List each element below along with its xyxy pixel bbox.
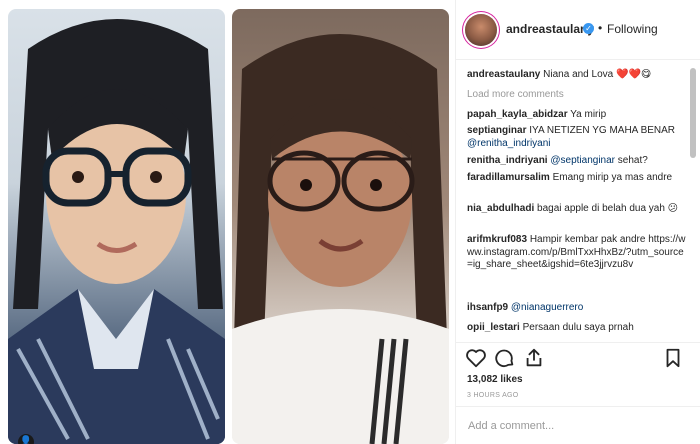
post-media[interactable]: 👤 bbox=[0, 0, 455, 444]
likes-count[interactable]: 13,082 likes bbox=[467, 374, 523, 385]
comment-username[interactable]: ihsanfp9 bbox=[467, 302, 508, 313]
bookmark-icon[interactable] bbox=[662, 347, 684, 369]
caption-text: Niana and Lova ❤️❤️😋 bbox=[543, 69, 652, 80]
comments-scrollbar[interactable] bbox=[690, 68, 696, 158]
comment-item: papah_kayla_abidzar Ya mirip bbox=[467, 109, 687, 122]
heart-icon[interactable] bbox=[465, 347, 487, 369]
photo-left-niana: 👤 bbox=[8, 9, 225, 444]
comments-list[interactable]: andreastaulany Niana and Lova ❤️❤️😋 Load… bbox=[456, 60, 700, 342]
post-actions: 13,082 likes 3 HOURS AGO bbox=[456, 342, 700, 402]
comment-item: nia_abdulhadi bagai apple di belah dua y… bbox=[467, 203, 687, 216]
comment-item: ihsanfp9 @nianaguerrero bbox=[467, 302, 687, 315]
comment-item: arifmkruf083 Hampir kembar pak andre htt… bbox=[467, 234, 687, 272]
separator-dot: • bbox=[598, 21, 603, 35]
comment-mention[interactable]: @nianaguerrero bbox=[511, 302, 583, 313]
photo-left-illustration bbox=[8, 19, 225, 444]
comment-mention[interactable]: @septianginar bbox=[550, 155, 615, 166]
photo-right-lova bbox=[232, 9, 449, 444]
comment-username[interactable]: faradillamursalim bbox=[467, 172, 550, 183]
photo-right-illustration bbox=[232, 34, 449, 444]
comment-item: opii_lestari Persaan dulu saya prnah bbox=[467, 322, 687, 335]
comment-text: bagai apple di belah dua yah 😕 bbox=[537, 203, 679, 214]
caption: andreastaulany Niana and Lova ❤️❤️😋 bbox=[467, 69, 687, 82]
add-comment-input[interactable] bbox=[466, 419, 690, 433]
comment-item: septianginar IYA NETIZEN YG MAHA BENAR @… bbox=[467, 125, 687, 150]
comment-text: Emang mirip ya mas andre bbox=[552, 172, 673, 183]
add-comment-bar bbox=[456, 406, 700, 444]
post-header: andreastaulany ✓ • Following bbox=[456, 0, 700, 60]
header-username[interactable]: andreastaulany bbox=[506, 22, 594, 36]
share-icon[interactable] bbox=[523, 347, 545, 369]
comment-text: IYA NETIZEN YG MAHA BENAR bbox=[529, 125, 676, 136]
post-side-panel: andreastaulany ✓ • Following andreastaul… bbox=[455, 0, 700, 444]
comment-username[interactable]: nia_abdulhadi bbox=[467, 203, 534, 214]
comment-text: sehat? bbox=[617, 155, 648, 166]
comment-username[interactable]: renitha_indriyani bbox=[467, 155, 548, 166]
comment-username[interactable]: papah_kayla_abidzar bbox=[467, 109, 568, 120]
verified-badge-icon: ✓ bbox=[583, 23, 594, 34]
comment-text: Ya mirip bbox=[570, 109, 607, 120]
load-more-comments-link[interactable]: Load more comments bbox=[467, 89, 564, 102]
post-timestamp: 3 HOURS AGO bbox=[467, 392, 519, 399]
following-button[interactable]: Following bbox=[607, 22, 658, 36]
caption-username[interactable]: andreastaulany bbox=[467, 69, 540, 80]
comment-username[interactable]: opii_lestari bbox=[467, 322, 520, 333]
comment-mention[interactable]: @renitha_indriyani bbox=[467, 138, 551, 149]
comment-username[interactable]: septianginar bbox=[467, 125, 526, 136]
comment-username[interactable]: arifmkruf083 bbox=[467, 234, 527, 245]
avatar[interactable] bbox=[465, 14, 497, 46]
comment-text: Persaan dulu saya prnah bbox=[522, 322, 634, 333]
comment-item: renitha_indriyani @septianginar sehat? bbox=[467, 155, 687, 168]
comment-icon[interactable] bbox=[494, 347, 516, 369]
user-tag-icon[interactable]: 👤 bbox=[18, 434, 34, 444]
comment-item: faradillamursalim Emang mirip ya mas and… bbox=[467, 172, 687, 185]
